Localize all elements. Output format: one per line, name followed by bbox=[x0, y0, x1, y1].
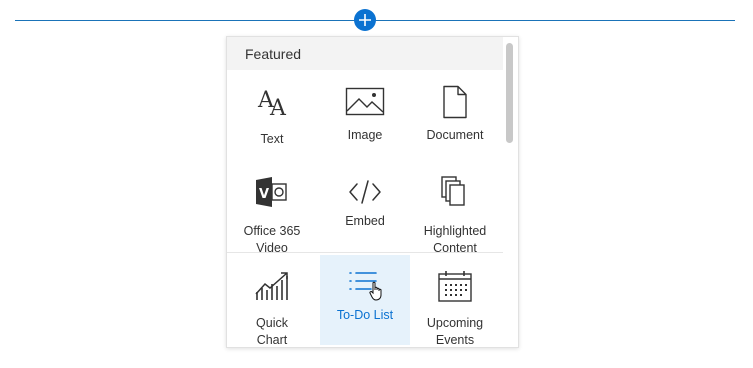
tile-label: Embed bbox=[345, 214, 385, 228]
tile-text[interactable]: A A Text bbox=[227, 71, 317, 161]
tile-document[interactable]: Document bbox=[410, 71, 500, 161]
tile-label: Document bbox=[426, 128, 484, 142]
tile-label: Upcoming Events bbox=[426, 316, 484, 347]
webpart-toolbox: Featured A A Text Image Document V Offic… bbox=[226, 36, 519, 348]
add-webpart-button[interactable] bbox=[354, 9, 376, 31]
section-header-label: Featured bbox=[245, 45, 302, 62]
tile-label: To-Do List bbox=[336, 308, 394, 322]
svg-text:V: V bbox=[259, 187, 269, 202]
section-header-featured: Featured bbox=[227, 37, 503, 70]
tile-embed[interactable]: Embed bbox=[320, 161, 410, 253]
tile-image[interactable]: Image bbox=[320, 71, 410, 161]
embed-icon bbox=[320, 175, 410, 209]
text-icon: A A bbox=[227, 85, 317, 119]
svg-text:A: A bbox=[269, 96, 287, 119]
row-divider bbox=[227, 252, 503, 253]
image-icon bbox=[320, 85, 410, 119]
scrollbar[interactable] bbox=[506, 43, 513, 143]
tile-label: Quick Chart bbox=[256, 316, 288, 347]
tile-office-365-video[interactable]: V Office 365 Video bbox=[227, 161, 317, 255]
tile-highlighted-content[interactable]: Highlighted Content bbox=[410, 161, 500, 255]
tile-label: Image bbox=[347, 128, 383, 142]
calendar-icon bbox=[410, 269, 500, 303]
document-icon bbox=[410, 85, 500, 119]
office-365-video-icon: V bbox=[227, 175, 317, 209]
hand-pointer-icon bbox=[369, 281, 382, 301]
highlighted-content-icon bbox=[410, 175, 500, 209]
tile-todo-list[interactable]: To-Do List bbox=[320, 255, 410, 345]
plus-icon bbox=[359, 14, 371, 26]
tile-quick-chart[interactable]: Quick Chart bbox=[227, 255, 317, 347]
quick-chart-icon bbox=[227, 269, 317, 303]
tile-label: Text bbox=[260, 132, 284, 146]
tile-upcoming-events[interactable]: Upcoming Events bbox=[410, 255, 500, 347]
todo-list-icon bbox=[320, 269, 410, 303]
